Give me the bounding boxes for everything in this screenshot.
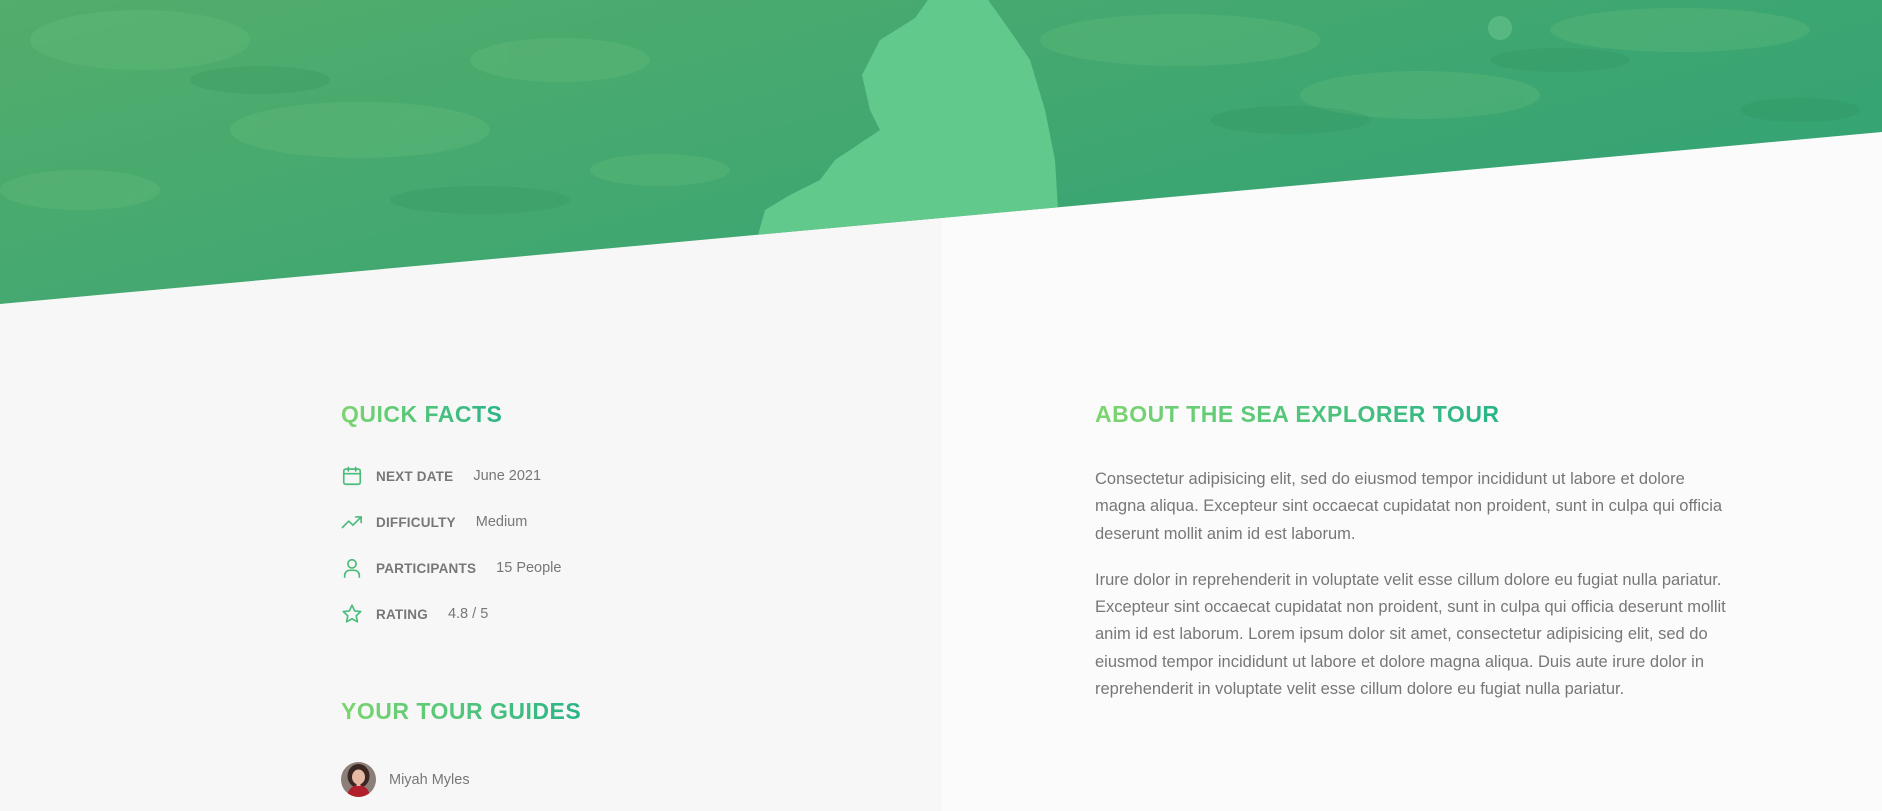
guide-avatar [341, 762, 376, 797]
fact-label: NEXT DATE [376, 468, 454, 484]
trending-up-icon [341, 511, 363, 533]
about-description: Consectetur adipisicing elit, sed do eiu… [1095, 466, 1735, 722]
guide-item: Miyah Myles [341, 762, 470, 797]
calendar-icon [341, 465, 363, 487]
fact-label: PARTICIPANTS [376, 560, 477, 576]
fact-difficulty: DIFFICULTY Medium [341, 509, 861, 535]
star-icon [341, 603, 363, 625]
tour-guides-heading: YOUR TOUR GUIDES [341, 698, 582, 724]
tour-page: QUICK FACTS NEXT DATE June 2021 DIFFICUL… [0, 0, 1882, 811]
hero-image [0, 0, 1882, 304]
about-paragraph: Consectetur adipisicing elit, sed do eiu… [1095, 470, 1723, 543]
fact-label: RATING [376, 606, 428, 622]
fact-rating: RATING 4.8 / 5 [341, 601, 861, 627]
quick-facts-list: NEXT DATE June 2021 DIFFICULTY Medium PA… [341, 463, 861, 647]
user-icon [341, 557, 363, 579]
fact-value: June 2021 [473, 468, 542, 484]
quick-facts-heading: QUICK FACTS [341, 401, 503, 427]
fact-value: Medium [475, 514, 528, 530]
fact-next-date: NEXT DATE June 2021 [341, 463, 861, 489]
guide-name: Miyah Myles [389, 771, 470, 788]
fact-value: 15 People [496, 560, 562, 576]
fact-value: 4.8 / 5 [447, 606, 489, 622]
fact-participants: PARTICIPANTS 15 People [341, 555, 861, 581]
about-paragraph: Irure dolor in reprehenderit in voluptat… [1095, 570, 1726, 699]
about-heading: ABOUT THE SEA EXPLORER TOUR [1095, 401, 1500, 427]
fact-label: DIFFICULTY [376, 514, 456, 530]
